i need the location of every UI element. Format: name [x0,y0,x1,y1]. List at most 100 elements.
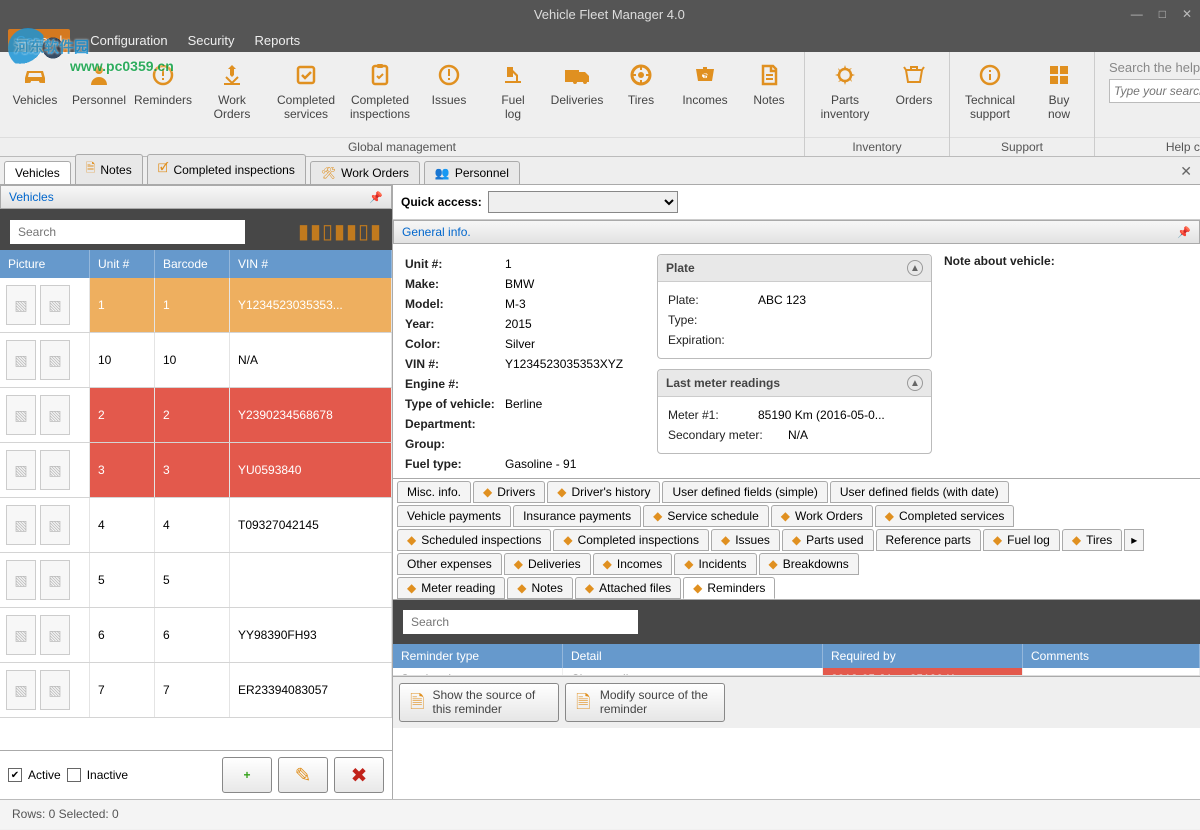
ribbon-notes[interactable]: Notes [738,58,800,135]
subtab-user-defined-fields-simple-[interactable]: User defined fields (simple) [662,481,827,503]
ribbon-orders[interactable]: Orders [883,58,945,135]
tab-icon: ◆ [557,485,566,499]
active-label: Active [28,768,61,782]
tab-icon: ◆ [514,557,523,571]
subtab-completed-inspections[interactable]: ◆Completed inspections [553,529,709,551]
table-row[interactable]: ▧▧ 7 7 ER23394083057 [0,663,392,718]
ribbon-incomes[interactable]: $Incomes [674,58,736,135]
tab-notes[interactable]: 🗎Notes [75,154,143,184]
table-row[interactable]: ▧▧ 4 4 T09327042145 [0,498,392,553]
quick-access-select[interactable] [488,191,678,213]
tab-icon: ◆ [585,581,594,595]
table-row[interactable]: ▧▧ 3 3 YU0593840 [0,443,392,498]
subtab-fuel-log[interactable]: ◆Fuel log [983,529,1060,551]
subtab-user-defined-fields-with-date-[interactable]: User defined fields (with date) [830,481,1009,503]
vehicles-search-input[interactable] [10,220,245,244]
buy-now-icon [1044,60,1074,90]
subtab-insurance-payments[interactable]: Insurance payments [513,505,641,527]
reminder-row[interactable]: Service due Change oil 2018-05-21 or 851… [393,668,1200,676]
subtab-work-orders[interactable]: ◆Work Orders [771,505,873,527]
pin-icon[interactable]: 📌 [1177,226,1191,239]
ribbon-tires[interactable]: Tires [610,58,672,135]
subtab-service-schedule[interactable]: ◆Service schedule [643,505,769,527]
subtab-overflow-icon[interactable]: ▸ [1124,529,1144,551]
subtab-reminders[interactable]: ◆Reminders [683,577,775,599]
menu-configuration[interactable]: Configuration [90,33,167,48]
tab-icon: ◆ [781,509,790,523]
tab-icon: ◆ [684,557,693,571]
thumbnail-icon: ▧ [6,560,36,600]
ribbon-parts-inventory[interactable]: Partsinventory [809,58,881,135]
subtab-breakdowns[interactable]: ◆Breakdowns [759,553,859,575]
subtab-reference-parts[interactable]: Reference parts [876,529,981,551]
window-title: Vehicle Fleet Manager 4.0 [88,7,1131,22]
tab-icon: ◆ [792,533,801,547]
tab-icon: ◆ [993,533,1002,547]
collapse-icon[interactable]: ▲ [907,375,923,391]
thumbnail-icon: ▧ [40,285,70,325]
add-button[interactable]: + [222,757,272,793]
subtab-incomes[interactable]: ◆Incomes [593,553,673,575]
menu-security[interactable]: Security [188,33,235,48]
ribbon-technical-support[interactable]: Technicalsupport [954,58,1026,135]
ribbon-personnel[interactable]: Personnel [68,58,130,135]
ribbon-completed-inspections[interactable]: Completedinspections [344,58,416,135]
edit-button[interactable]: ✎ [278,757,328,793]
subtab-tires[interactable]: ◆Tires [1062,529,1122,551]
table-row[interactable]: ▧▧ 5 5 [0,553,392,608]
subtab-drivers[interactable]: ◆Drivers [473,481,545,503]
menubar: General Configuration Security Reports [0,28,1200,52]
inactive-checkbox[interactable] [67,768,81,782]
ribbon: VehiclesPersonnelRemindersWorkOrdersComp… [0,52,1200,157]
subtab-deliveries[interactable]: ◆Deliveries [504,553,591,575]
subtab-meter-reading[interactable]: ◆Meter reading [397,577,505,599]
subtab-parts-used[interactable]: ◆Parts used [782,529,874,551]
tab-vehicles[interactable]: Vehicles [4,161,71,184]
thumbnail-icon: ▧ [40,505,70,545]
ribbon-fuel-log[interactable]: Fuellog [482,58,544,135]
statusbar: Rows: 0 Selected: 0 [0,799,1200,829]
table-row[interactable]: ▧▧ 6 6 YY98390FH93 [0,608,392,663]
show-source-button[interactable]: 🗎 Show the source of this reminder [399,683,559,722]
table-row[interactable]: ▧▧ 1 1 Y1234523035353... [0,278,392,333]
subtab-misc-info-[interactable]: Misc. info. [397,481,471,503]
delete-button[interactable]: ✖ [334,757,384,793]
table-row[interactable]: ▧▧ 2 2 Y2390234568678 [0,388,392,443]
subtab-vehicle-payments[interactable]: Vehicle payments [397,505,511,527]
modify-source-button[interactable]: 🗎 Modify source of the reminder [565,683,725,722]
ribbon-issues[interactable]: Issues [418,58,480,135]
subtab-attached-files[interactable]: ◆Attached files [575,577,681,599]
subtab-completed-services[interactable]: ◆Completed services [875,505,1015,527]
tab-personnel[interactable]: 👥Personnel [424,161,520,184]
pin-icon[interactable]: 📌 [369,191,383,204]
subtab-incidents[interactable]: ◆Incidents [674,553,756,575]
close-icon[interactable]: ✕ [1182,7,1192,21]
tab-completed-inspections[interactable]: 🗹Completed inspections [147,154,306,184]
maximize-icon[interactable]: □ [1159,7,1166,21]
ribbon-vehicles[interactable]: Vehicles [4,58,66,135]
subtab-other-expenses[interactable]: Other expenses [397,553,502,575]
subtab-notes[interactable]: ◆Notes [507,577,573,599]
tab-work-orders[interactable]: 🛠Work Orders [310,161,420,184]
ribbon-work-orders[interactable]: WorkOrders [196,58,268,135]
menu-general[interactable]: General [8,29,70,52]
menu-reports[interactable]: Reports [255,33,301,48]
ribbon-reminders[interactable]: Reminders [132,58,194,135]
tabs-close-icon[interactable]: ✕ [1180,163,1192,180]
table-row[interactable]: ▧▧ 10 10 N/A [0,333,392,388]
reminders-icon [148,60,178,90]
ribbon-completed-services[interactable]: Completedservices [270,58,342,135]
help-search-input[interactable] [1109,79,1200,103]
tab-icon: ◆ [517,581,526,595]
active-checkbox[interactable]: ✔ [8,768,22,782]
ribbon-deliveries[interactable]: Deliveries [546,58,608,135]
ribbon-buy-now[interactable]: Buynow [1028,58,1090,135]
barcode-icon[interactable]: ▮▮▯▮▮▯▮ [298,219,382,244]
minimize-icon[interactable]: — [1131,7,1143,21]
subtab-scheduled-inspections[interactable]: ◆Scheduled inspections [397,529,551,551]
subtab-issues[interactable]: ◆Issues [711,529,780,551]
reminders-search-input[interactable] [403,610,638,634]
collapse-icon[interactable]: ▲ [907,260,923,276]
deliveries-icon [562,60,592,90]
subtab-driver-s-history[interactable]: ◆Driver's history [547,481,660,503]
